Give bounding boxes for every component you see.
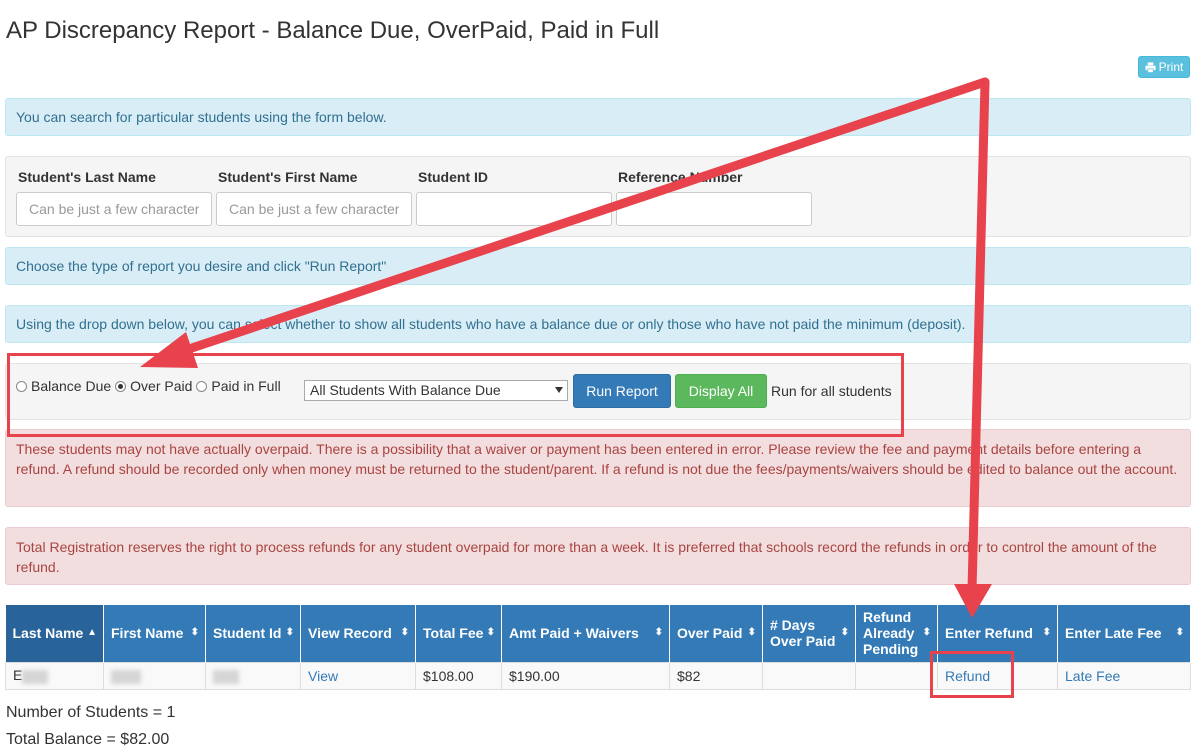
page-title: AP Discrepancy Report - Balance Due, Ove…	[6, 17, 660, 44]
col-first-name[interactable]: First Name ⬍	[103, 605, 206, 662]
cell-enter-late-fee: Late Fee	[1057, 661, 1191, 690]
cell-view-record: View	[300, 661, 416, 690]
reference-number-input[interactable]	[616, 192, 812, 226]
late-fee-link[interactable]: Late Fee	[1065, 668, 1120, 684]
first-name-input[interactable]	[216, 192, 412, 226]
printer-icon	[1145, 61, 1156, 73]
student-count: Number of Students = 1	[6, 704, 176, 721]
sort-icon: ⬍	[654, 627, 663, 639]
search-info-text: You can search for particular students u…	[16, 109, 387, 125]
cell-total-fee: $108.00	[415, 661, 502, 690]
sort-icon: ⬍	[1175, 627, 1184, 639]
last-name-label: Student's Last Name	[18, 169, 156, 185]
col-refund-pending[interactable]: Refund Already Pending ⬍	[855, 605, 938, 662]
cell-days-over-paid	[762, 661, 856, 690]
first-name-field-group: Student's First Name	[216, 169, 412, 226]
col-amt-paid[interactable]: Amt Paid + Waivers ⬍	[501, 605, 670, 662]
cell-first-name	[103, 661, 206, 690]
sort-asc-icon: ▲	[87, 627, 97, 639]
report-type-info-text: Choose the type of report you desire and…	[16, 258, 387, 274]
dropdown-info-alert: Using the drop down below, you can selec…	[5, 305, 1191, 343]
overpaid-warning-alert: These students may not have actually ove…	[5, 429, 1191, 507]
cell-over-paid: $82	[669, 661, 763, 690]
redacted-text	[22, 669, 49, 684]
sort-icon: ⬍	[190, 627, 199, 639]
print-label: Print	[1158, 60, 1184, 74]
search-form: Student's Last Name Student's First Name…	[5, 156, 1191, 237]
col-last-name[interactable]: Last Name ▲	[5, 605, 104, 662]
col-enter-late-fee[interactable]: Enter Late Fee ⬍	[1057, 605, 1191, 662]
reference-number-label: Reference Number	[618, 169, 743, 185]
col-student-id[interactable]: Student Id ⬍	[205, 605, 301, 662]
student-id-field-group: Student ID	[416, 169, 612, 226]
search-info-alert: You can search for particular students u…	[5, 98, 1191, 136]
cell-last-name: E	[5, 661, 104, 690]
refund-policy-alert: Total Registration reserves the right to…	[5, 527, 1191, 585]
sort-icon: ⬍	[400, 627, 409, 639]
redacted-text	[111, 669, 141, 684]
print-button[interactable]: Print	[1138, 56, 1190, 78]
col-view-record[interactable]: View Record ⬍	[300, 605, 416, 662]
sort-icon: ⬍	[486, 627, 495, 639]
report-type-info-alert: Choose the type of report you desire and…	[5, 247, 1191, 285]
reference-number-field-group: Reference Number	[616, 169, 812, 226]
first-name-label: Student's First Name	[218, 169, 358, 185]
view-record-link[interactable]: View	[308, 668, 338, 684]
sort-icon: ⬍	[922, 627, 931, 639]
col-total-fee[interactable]: Total Fee ⬍	[415, 605, 502, 662]
sort-icon: ⬍	[840, 627, 849, 639]
annotation-highlight-refund	[930, 651, 1014, 698]
sort-icon: ⬍	[285, 627, 294, 639]
sort-icon: ⬍	[747, 627, 756, 639]
overpaid-warning-text: These students may not have actually ove…	[16, 441, 1178, 477]
annotation-highlight-controls	[7, 353, 904, 437]
student-id-input[interactable]	[416, 192, 612, 226]
redacted-text	[213, 669, 239, 684]
col-over-paid[interactable]: Over Paid ⬍	[669, 605, 763, 662]
sort-icon: ⬍	[1042, 627, 1051, 639]
refund-policy-text: Total Registration reserves the right to…	[16, 539, 1157, 575]
cell-refund-pending	[855, 661, 938, 690]
col-days-over-paid[interactable]: # Days Over Paid ⬍	[762, 605, 856, 662]
dropdown-info-text: Using the drop down below, you can selec…	[16, 316, 966, 332]
last-name-input[interactable]	[16, 192, 212, 226]
total-balance: Total Balance = $82.00	[6, 731, 170, 748]
student-id-label: Student ID	[418, 169, 488, 185]
last-name-field-group: Student's Last Name	[16, 169, 212, 226]
cell-student-id	[205, 661, 301, 690]
cell-amt-paid: $190.00	[501, 661, 670, 690]
